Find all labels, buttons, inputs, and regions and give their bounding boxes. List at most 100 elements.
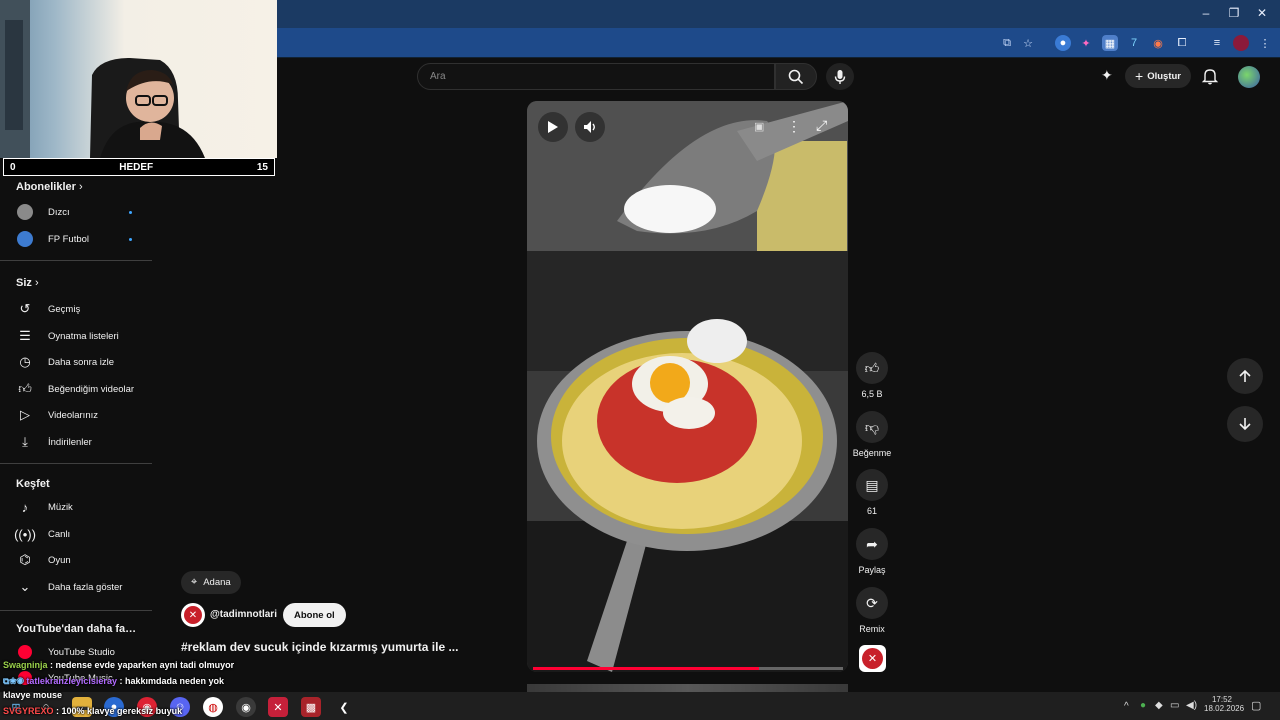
you-section-title[interactable]: Siz ›	[16, 277, 39, 289]
sidebar-item-gaming[interactable]: ⌬ Oyun	[16, 548, 150, 572]
windows-taskbar	[0, 692, 1280, 720]
comment-count: 61	[866, 506, 877, 516]
clock-date: 18.02.2026	[1204, 704, 1245, 713]
channel-avatar[interactable]: ✕	[181, 603, 205, 627]
tray-app-icon[interactable]: ●	[1140, 700, 1146, 711]
channel-handle[interactable]: @tadimnotlari	[210, 609, 277, 620]
create-button[interactable]: + Oluştur	[1125, 64, 1191, 88]
profile-avatar-icon[interactable]	[1233, 35, 1249, 51]
more-options-icon[interactable]: ⋮	[787, 118, 801, 135]
extension-icon[interactable]: ◉	[1150, 35, 1166, 51]
extensions-puzzle-icon[interactable]: ⧠	[1174, 35, 1190, 51]
subscriptions-title[interactable]: Abonelikler ›	[16, 181, 83, 193]
close-window-button[interactable]: ✕	[1252, 6, 1272, 20]
explore-title: Keşfet	[16, 478, 50, 490]
minimize-button[interactable]: –	[1196, 6, 1216, 20]
audio-source-thumbnail[interactable]: ✕	[859, 645, 886, 672]
chat-message: ⧉❀◉ tatlekranzleyicisieray : hakkımdada …	[3, 676, 224, 687]
fullscreen-icon[interactable]: ⤢	[816, 117, 827, 134]
sidebar-item-label: Oynatma listeleri	[48, 330, 119, 342]
voice-search-button[interactable]	[826, 63, 854, 90]
search-input[interactable]: Ara	[417, 63, 775, 90]
video-frame	[527, 101, 848, 672]
chat-text: : 100% klavye gereksiz buyuk	[53, 706, 183, 716]
captions-icon[interactable]: ▣	[754, 120, 764, 133]
sidebar-item-label: Canlı	[48, 528, 71, 540]
dislike-label: Beğenme	[852, 448, 892, 458]
sidebar-item-your-videos[interactable]: ▷ Videolarınız	[16, 403, 150, 427]
sidebar-item-label: İndirilenler	[48, 436, 92, 448]
sidebar-item-show-more[interactable]: ⌄ Daha fazla göster	[16, 575, 150, 599]
sidebar-item-playlists[interactable]: ☰ Oynatma listeleri	[16, 324, 150, 348]
fork-knife-icon: ✕	[862, 648, 883, 669]
subscribe-button[interactable]: Abone ol	[283, 603, 346, 627]
share-action[interactable]: ➦ Paylaş	[856, 528, 888, 575]
translate-extension-icon[interactable]: 7	[1126, 35, 1142, 51]
gemini-sparkle-icon[interactable]: ✦	[1101, 67, 1113, 84]
extension-icon[interactable]: ●	[1055, 35, 1071, 51]
obs-icon[interactable]: ◍	[203, 697, 223, 717]
chat-user: SVGYREXO	[3, 706, 54, 716]
download-icon: ⤓	[22, 434, 28, 449]
sidebar-item-history[interactable]: ↺ Geçmiş	[16, 297, 150, 321]
sidebar-item-fp-futbol[interactable]: FP Futbol	[16, 227, 150, 251]
sidebar-item-label: Oyun	[48, 554, 71, 566]
reading-list-icon[interactable]: ≡	[1209, 35, 1225, 51]
comments-button[interactable]: ▤	[856, 469, 888, 501]
thumbs-up-icon: 👍︎	[18, 381, 32, 396]
extension-icon[interactable]: ✦	[1078, 35, 1094, 51]
volume-icon[interactable]: ◀)	[1186, 700, 1197, 711]
taskbar-clock[interactable]: 17:52 18.02.2026	[1204, 695, 1245, 713]
tray-app-icon[interactable]: ◆	[1155, 700, 1163, 711]
notification-center-icon[interactable]: ▢	[1251, 699, 1261, 712]
app-icon[interactable]: ❮	[334, 697, 354, 717]
sidebar-item-watch-later[interactable]: ◷ Daha sonra izle	[16, 350, 150, 374]
like-action[interactable]: 👍︎ 6,5 B	[856, 352, 888, 399]
share-arrow-icon: ➦	[866, 535, 878, 552]
like-button[interactable]: 👍︎	[856, 352, 888, 384]
mute-button[interactable]	[575, 112, 605, 142]
sidebar-item-dizci[interactable]: Dızcı	[16, 200, 150, 224]
sidebar-item-downloads[interactable]: ⤓ İndirilenler	[16, 430, 150, 454]
next-short-preview	[527, 684, 848, 692]
previous-short-button[interactable]	[1227, 358, 1263, 394]
sidebar-item-label: Dızcı	[48, 206, 70, 218]
share-button[interactable]: ➦	[856, 528, 888, 560]
network-icon[interactable]: ▭	[1170, 700, 1179, 711]
extension-icon[interactable]: ▦	[1102, 35, 1118, 51]
bell-icon	[1201, 69, 1219, 85]
remix-button[interactable]: ⟳	[856, 587, 888, 619]
new-content-dot	[129, 210, 132, 214]
sidebar-item-live[interactable]: ((•)) Canlı	[14, 522, 150, 546]
play-button[interactable]	[538, 112, 568, 142]
clock-time: 17:52	[1211, 695, 1233, 704]
app-icon[interactable]: ✕	[268, 697, 288, 717]
sidebar-item-music[interactable]: ♪ Müzik	[16, 495, 150, 519]
tray-chevron-icon[interactable]: ^	[1124, 701, 1129, 712]
chrome-icon[interactable]: ◉	[236, 697, 256, 717]
dislike-button[interactable]: 👎︎	[856, 411, 888, 443]
remix-icon: ⟳	[866, 594, 878, 611]
next-short-button[interactable]	[1227, 406, 1263, 442]
plus-icon: +	[1135, 68, 1144, 84]
location-chip[interactable]: ⌖ Adana	[181, 571, 241, 594]
install-app-icon[interactable]: ⧉	[999, 35, 1015, 51]
video-icon: ▷	[20, 407, 30, 422]
remix-action[interactable]: ⟳ Remix	[856, 587, 888, 634]
restore-button[interactable]: ❐	[1224, 6, 1244, 20]
short-title[interactable]: #reklam dev sucuk içinde kızarmış yumurt…	[181, 640, 458, 654]
bookmark-star-icon[interactable]: ☆	[1020, 35, 1036, 51]
notifications-button[interactable]	[1201, 67, 1219, 90]
arrow-down-icon	[1239, 418, 1251, 431]
sidebar-item-liked-videos[interactable]: 👍︎ Beğendiğim videolar	[16, 377, 150, 401]
account-avatar[interactable]	[1238, 66, 1260, 88]
dislike-action[interactable]: 👎︎ Beğenme	[853, 411, 891, 458]
playlist-icon: ☰	[19, 328, 31, 343]
short-video-player[interactable]	[527, 101, 848, 672]
search-button[interactable]	[775, 63, 817, 90]
streamer-figure	[0, 0, 205, 158]
app-icon[interactable]: ▩	[301, 697, 321, 717]
browser-menu-icon[interactable]: ⋮	[1257, 35, 1273, 51]
search-icon	[788, 69, 804, 84]
comments-action[interactable]: ▤ 61	[856, 469, 888, 516]
